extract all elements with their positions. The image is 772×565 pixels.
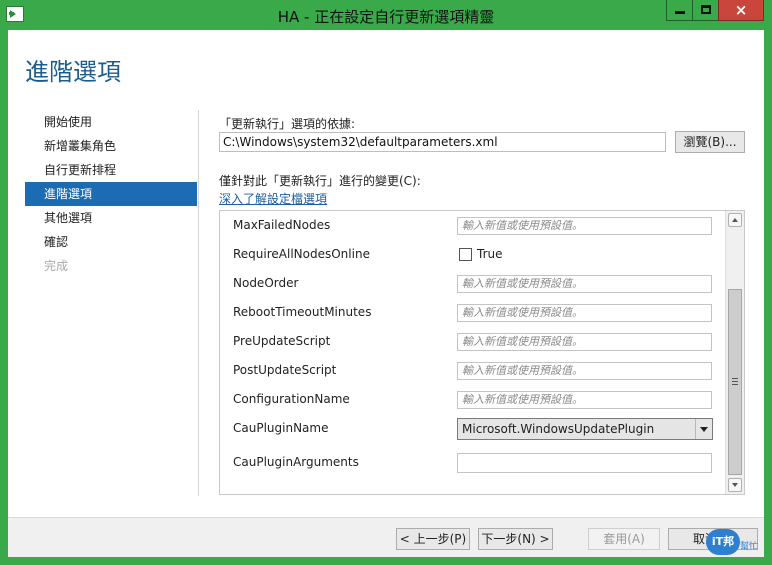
nav-item-self-update-schedule[interactable]: 自行更新排程 [25,158,197,182]
wizard-footer: < 上一步(P) 下一步(N) > 套用(A) 取消 [8,517,764,557]
configuration-name-input[interactable]: 輸入新值或使用預設值。 [457,391,712,409]
options-panel: 「更新執行」選項的依據: C:\Windows\system32\default… [198,110,758,496]
grid-row-node-order: NodeOrder 輸入新值或使用預設值。 [220,269,725,298]
nav-item-additional-options[interactable]: 其他選項 [25,206,197,230]
grid-row-configuration-name: ConfigurationName 輸入新值或使用預設值。 [220,385,725,414]
grid-row-max-failed-nodes: MaxFailedNodes 輸入新值或使用預設值。 [220,211,725,240]
grid-scrollbar[interactable] [725,211,744,494]
option-name: PostUpdateScript [233,363,337,377]
option-name: RebootTimeoutMinutes [233,305,372,319]
minimize-icon [675,11,685,14]
title-bar[interactable]: HA - 正在設定自行更新選項精靈 × [0,0,772,30]
cau-plugin-name-select[interactable]: Microsoft.WindowsUpdatePlugin [457,418,713,440]
nav-item-completion: 完成 [44,259,69,273]
option-name: PreUpdateScript [233,334,331,348]
basis-label: 「更新執行」選項的依據: [219,117,356,131]
maximize-icon [701,5,711,14]
grid-row-pre-update-script: PreUpdateScript 輸入新值或使用預設值。 [220,327,725,356]
dropdown-arrow-icon[interactable] [695,419,712,439]
minimize-button[interactable] [666,0,693,21]
grid-row-post-update-script: PostUpdateScript 輸入新值或使用預設值。 [220,356,725,385]
grid-row-require-all-nodes-online: RequireAllNodesOnline True [220,240,725,269]
grid-row-reboot-timeout-minutes: RebootTimeoutMinutes 輸入新值或使用預設值。 [220,298,725,327]
scroll-down-arrow-icon[interactable] [728,478,742,492]
scrollbar-thumb[interactable] [728,289,742,475]
grip-icon [732,378,738,385]
max-failed-nodes-input[interactable]: 輸入新值或使用預設值。 [457,217,712,235]
wizard-steps-nav: 開始使用 新增叢集角色 自行更新排程 進階選項 其他選項 確認 完成 [25,110,197,278]
parameters-path-field[interactable]: C:\Windows\system32\defaultparameters.xm… [219,132,666,152]
apply-button: 套用(A) [588,528,660,550]
scroll-up-arrow-icon[interactable] [728,213,742,227]
wizard-window: HA - 正在設定自行更新選項精靈 × 進階選項 開始使用 新增叢集角色 自行更… [0,0,772,565]
watermark-text: 幫忙 [740,542,759,552]
option-name: CauPluginArguments [233,455,359,469]
wizard-client-area: 進階選項 開始使用 新增叢集角色 自行更新排程 進階選項 其他選項 確認 完成 … [8,30,764,557]
select-value: Microsoft.WindowsUpdatePlugin [462,422,655,436]
panel-divider [198,110,199,496]
require-all-nodes-online-checkbox[interactable] [459,248,472,261]
watermark-logo: iT邦 [706,529,740,555]
nav-item-advanced-options[interactable]: 進階選項 [25,182,197,206]
maximize-button[interactable] [692,0,719,21]
option-name: CauPluginName [233,421,329,435]
window-title: HA - 正在設定自行更新選項精靈 [277,8,495,26]
previous-button[interactable]: < 上一步(P) [396,528,470,550]
options-grid: MaxFailedNodes 輸入新值或使用預設值。 RequireAllNod… [219,210,745,495]
grid-row-cau-plugin-arguments: CauPluginArguments [220,448,725,477]
option-name: MaxFailedNodes [233,218,331,232]
option-name: ConfigurationName [233,392,350,406]
reboot-timeout-input[interactable]: 輸入新值或使用預設值。 [457,304,712,322]
node-order-input[interactable]: 輸入新值或使用預設值。 [457,275,712,293]
nav-item-get-started[interactable]: 開始使用 [25,110,197,134]
cau-plugin-arguments-input[interactable] [457,453,712,473]
checkbox-label: True [477,247,503,261]
close-icon: × [734,1,748,19]
learn-more-link[interactable]: 深入了解設定檔選項 [219,190,327,207]
grid-row-cau-plugin-name: CauPluginName Microsoft.WindowsUpdatePlu… [220,414,725,443]
option-name: RequireAllNodesOnline [233,247,370,261]
nav-item-confirmation[interactable]: 確認 [25,230,197,254]
page-title: 進階選項 [25,58,121,86]
post-update-script-input[interactable]: 輸入新值或使用預設值。 [457,362,712,380]
nav-item-add-cluster-role[interactable]: 新增叢集角色 [25,134,197,158]
option-name: NodeOrder [233,276,299,290]
pre-update-script-input[interactable]: 輸入新值或使用預設值。 [457,333,712,351]
changes-label: 僅針對此「更新執行」進行的變更(C): [219,174,421,188]
close-button[interactable]: × [718,0,764,21]
site-watermark: iT邦 幫忙 [700,527,770,561]
browse-button[interactable]: 瀏覽(B)... [675,131,745,153]
next-button[interactable]: 下一步(N) > [478,528,553,550]
